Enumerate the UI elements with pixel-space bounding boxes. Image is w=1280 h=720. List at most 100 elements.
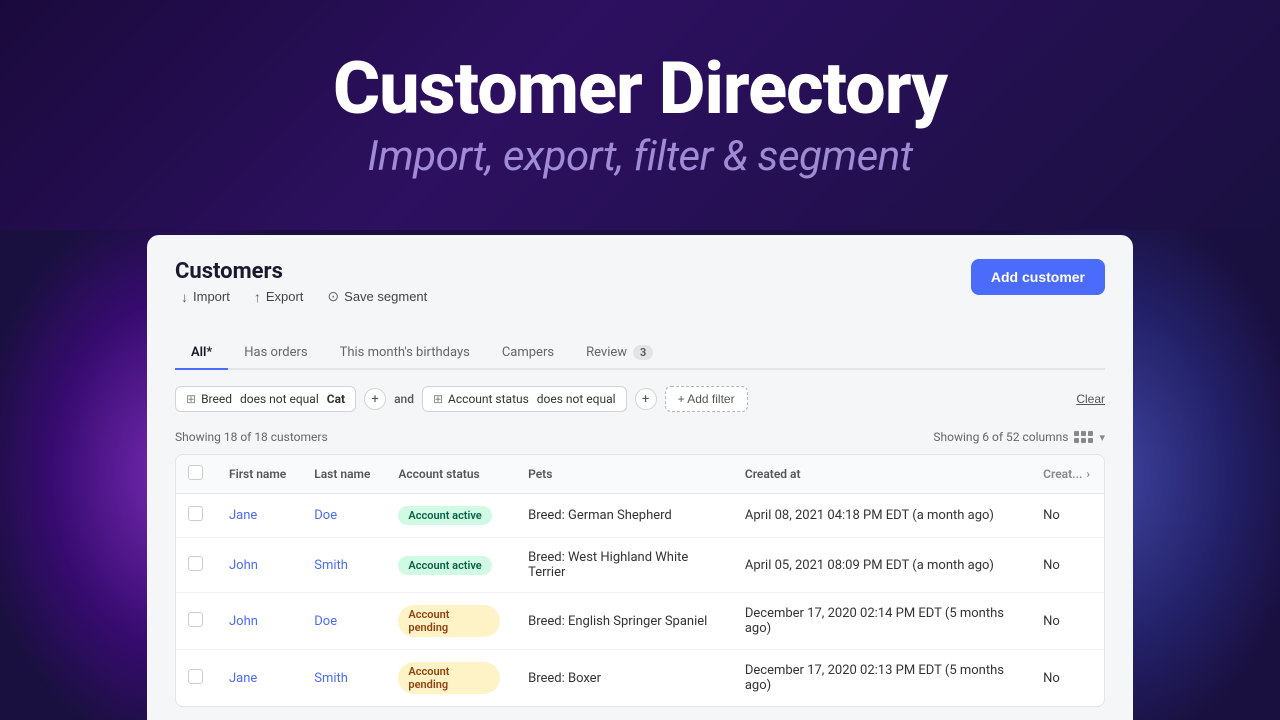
- tab-review-badge: 3: [633, 345, 653, 360]
- cell-first-name: Jane: [215, 650, 300, 707]
- last-name-link[interactable]: Doe: [314, 614, 337, 629]
- cell-pets: Breed: German Shepherd: [514, 494, 731, 538]
- filter-chip-account-status[interactable]: ⊞ Account status does not equal: [422, 386, 627, 412]
- row-checkbox-cell[interactable]: [176, 538, 215, 593]
- filter-status-icon: ⊞: [433, 392, 443, 406]
- cell-account-status: Account pending: [384, 650, 514, 707]
- status-badge: Account pending: [398, 662, 500, 694]
- cell-extra: No: [1029, 538, 1104, 593]
- header-row: First name Last name Account status Pets…: [176, 455, 1104, 494]
- col-created-at: Created at: [731, 455, 1029, 494]
- card-wrapper: Customers ↓ Import ↑ Export ⊙ Save segme…: [147, 235, 1133, 720]
- cell-last-name: Smith: [300, 538, 384, 593]
- filter-breed-icon: ⊞: [186, 392, 196, 406]
- cell-created-at: December 17, 2020 02:14 PM EDT (5 months…: [731, 593, 1029, 650]
- col-account-status: Account status: [384, 455, 514, 494]
- save-segment-button[interactable]: ⊙ Save segment: [321, 284, 433, 309]
- cell-account-status: Account active: [384, 494, 514, 538]
- col-last-name: Last name: [300, 455, 384, 494]
- filter-connector: and: [394, 392, 414, 406]
- col-pets: Pets: [514, 455, 731, 494]
- tab-has-orders[interactable]: Has orders: [228, 337, 323, 370]
- table-row: John Doe Account pending Breed: English …: [176, 593, 1104, 650]
- filter-chip-breed[interactable]: ⊞ Breed does not equal Cat: [175, 386, 356, 412]
- page-title: Customers: [175, 259, 433, 284]
- table-body: Jane Doe Account active Breed: German Sh…: [176, 494, 1104, 707]
- scroll-right-icon[interactable]: ›: [1086, 467, 1090, 481]
- last-name-link[interactable]: Smith: [314, 671, 348, 686]
- toolbar: ↓ Import ↑ Export ⊙ Save segment: [175, 284, 433, 309]
- header-checkbox[interactable]: [176, 455, 215, 494]
- tab-all[interactable]: All*: [175, 337, 228, 370]
- first-name-link[interactable]: John: [229, 614, 258, 629]
- cell-last-name: Smith: [300, 650, 384, 707]
- cell-first-name: Jane: [215, 494, 300, 538]
- clear-filters-button[interactable]: Clear: [1076, 392, 1105, 406]
- tab-has-orders-label: Has orders: [244, 345, 307, 360]
- tab-review-label: Review: [586, 345, 627, 360]
- tab-review[interactable]: Review 3: [570, 337, 669, 370]
- save-segment-label: Save segment: [344, 289, 427, 304]
- row-checkbox-cell[interactable]: [176, 650, 215, 707]
- hero-title: Customer Directory: [333, 49, 947, 128]
- cell-extra: No: [1029, 650, 1104, 707]
- cell-created-at: April 05, 2021 08:09 PM EDT (a month ago…: [731, 538, 1029, 593]
- row-checkbox[interactable]: [188, 669, 203, 684]
- filter-bar: ⊞ Breed does not equal Cat + and ⊞ Accou…: [175, 386, 1105, 412]
- last-name-link[interactable]: Smith: [314, 558, 348, 573]
- export-button[interactable]: ↑ Export: [248, 285, 310, 309]
- cell-account-status: Account pending: [384, 593, 514, 650]
- cell-first-name: John: [215, 538, 300, 593]
- tab-birthdays[interactable]: This month's birthdays: [324, 337, 486, 370]
- row-checkbox[interactable]: [188, 612, 203, 627]
- card-title-area: Customers ↓ Import ↑ Export ⊙ Save segme…: [175, 259, 433, 325]
- select-all-checkbox[interactable]: [188, 465, 203, 480]
- cell-pets: Breed: West Highland White Terrier: [514, 538, 731, 593]
- add-filter-button[interactable]: + Add filter: [665, 386, 748, 412]
- row-checkbox-cell[interactable]: [176, 494, 215, 538]
- card-header: Customers ↓ Import ↑ Export ⊙ Save segme…: [175, 259, 1105, 325]
- first-name-link[interactable]: Jane: [229, 671, 257, 686]
- table: First name Last name Account status Pets…: [176, 455, 1104, 706]
- table-row: John Smith Account active Breed: West Hi…: [176, 538, 1104, 593]
- filter-status-add-btn[interactable]: +: [635, 388, 657, 410]
- col-first-name: First name: [215, 455, 300, 494]
- tab-birthdays-label: This month's birthdays: [340, 345, 470, 360]
- cell-account-status: Account active: [384, 538, 514, 593]
- tab-all-label: All*: [191, 345, 212, 360]
- import-button[interactable]: ↓ Import: [175, 285, 236, 309]
- columns-label: Showing 6 of 52 columns: [933, 430, 1068, 444]
- hero-subtitle: Import, export, filter & segment: [367, 132, 912, 181]
- columns-grid-icon: [1074, 431, 1093, 443]
- customers-table: First name Last name Account status Pets…: [175, 454, 1105, 707]
- col-extra: Creat... ›: [1029, 455, 1104, 494]
- import-label: Import: [193, 289, 230, 304]
- main-card: Customers ↓ Import ↑ Export ⊙ Save segme…: [147, 235, 1133, 720]
- first-name-link[interactable]: Jane: [229, 508, 257, 523]
- filter-status-operator: does not equal: [534, 392, 616, 406]
- chevron-down-icon: ▾: [1099, 431, 1105, 444]
- cell-created-at: December 17, 2020 02:13 PM EDT (5 months…: [731, 650, 1029, 707]
- tab-campers[interactable]: Campers: [486, 337, 570, 370]
- import-icon: ↓: [181, 289, 188, 305]
- cell-created-at: April 08, 2021 04:18 PM EDT (a month ago…: [731, 494, 1029, 538]
- columns-info[interactable]: Showing 6 of 52 columns ▾: [933, 430, 1105, 444]
- last-name-link[interactable]: Doe: [314, 508, 337, 523]
- cell-extra: No: [1029, 593, 1104, 650]
- filter-breed-field: Breed: [201, 392, 232, 406]
- table-count: Showing 18 of 18 customers: [175, 430, 328, 444]
- tabs-nav: All* Has orders This month's birthdays C…: [175, 337, 1105, 370]
- export-icon: ↑: [254, 289, 261, 305]
- first-name-link[interactable]: John: [229, 558, 258, 573]
- row-checkbox[interactable]: [188, 556, 203, 571]
- tab-campers-label: Campers: [502, 345, 554, 360]
- filter-breed-add-btn[interactable]: +: [364, 388, 386, 410]
- row-checkbox-cell[interactable]: [176, 593, 215, 650]
- cell-pets: Breed: English Springer Spaniel: [514, 593, 731, 650]
- hero-banner: Customer Directory Import, export, filte…: [0, 0, 1280, 230]
- status-badge: Account active: [398, 556, 491, 575]
- status-badge: Account pending: [398, 605, 500, 637]
- add-customer-button[interactable]: Add customer: [971, 259, 1105, 295]
- row-checkbox[interactable]: [188, 506, 203, 521]
- table-row: Jane Smith Account pending Breed: Boxer …: [176, 650, 1104, 707]
